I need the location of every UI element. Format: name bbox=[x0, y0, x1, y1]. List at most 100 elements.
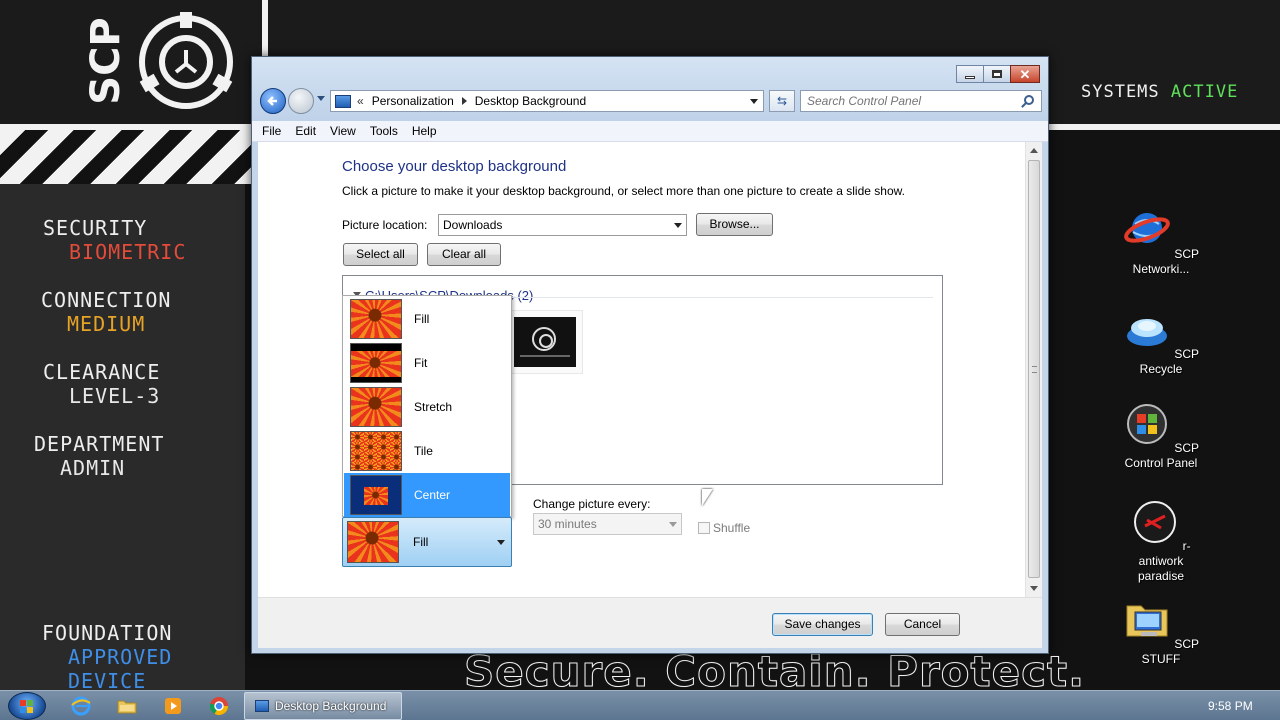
scp-logo-icon bbox=[139, 12, 233, 109]
wallpaper-thumbnail-scp[interactable] bbox=[507, 310, 583, 374]
status-foundation: FOUNDATION APPROVED DEVICE bbox=[42, 621, 172, 690]
change-interval-select[interactable]: 30 minutes bbox=[533, 513, 682, 535]
desktop-icon-scp-control-panel[interactable]: SCP Control Panel bbox=[1116, 400, 1206, 471]
recycle-bin-icon bbox=[1126, 319, 1167, 346]
status-value: BIOMETRIC bbox=[69, 240, 187, 264]
save-changes-button[interactable]: Save changes bbox=[772, 613, 873, 636]
shuffle-checkbox[interactable] bbox=[698, 522, 710, 534]
desktop-icon-r-antiwork[interactable]: r-antiwork paradise bbox=[1116, 498, 1206, 584]
refresh-button[interactable]: ⇆ bbox=[769, 90, 795, 112]
fit-preview-icon bbox=[350, 343, 402, 383]
control-panel-icon bbox=[335, 94, 351, 108]
picture-position-dropdown-list: Fill Fit Stretch Tile Center bbox=[342, 295, 512, 517]
status-security: SECURITY BIOMETRIC bbox=[43, 216, 186, 264]
internet-explorer-icon[interactable] bbox=[70, 695, 92, 717]
search-input[interactable] bbox=[801, 91, 1011, 111]
chrome-icon[interactable] bbox=[208, 695, 230, 717]
breadcrumb-overflow[interactable]: « bbox=[357, 94, 364, 108]
menu-file[interactable]: File bbox=[262, 124, 281, 138]
chevron-down-icon bbox=[669, 522, 677, 527]
browse-button[interactable]: Browse... bbox=[696, 213, 773, 236]
clock[interactable]: 9:58 PM bbox=[1208, 699, 1253, 713]
caption-buttons: ✕ bbox=[956, 65, 1040, 83]
maximize-button[interactable] bbox=[983, 65, 1011, 83]
wallpaper-hazard-stripes bbox=[0, 130, 252, 184]
minimize-button[interactable] bbox=[956, 65, 984, 83]
status-clearance: CLEARANCE LEVEL-3 bbox=[43, 360, 160, 408]
picture-position-select[interactable]: Fill bbox=[342, 517, 512, 567]
clear-all-button[interactable]: Clear all bbox=[427, 243, 501, 266]
position-option-fill[interactable]: Fill bbox=[344, 297, 510, 341]
scp-logo-icon bbox=[532, 327, 556, 351]
mouse-pointer-icon bbox=[702, 489, 713, 506]
status-value: MEDIUM bbox=[67, 312, 146, 336]
scp-wordmark: SCP bbox=[84, 17, 129, 104]
address-bar[interactable]: « Personalization Desktop Background bbox=[330, 90, 764, 112]
change-interval-value: 30 minutes bbox=[538, 517, 597, 531]
breadcrumb-personalization[interactable]: Personalization bbox=[372, 94, 454, 108]
taskbar: Desktop Background 9:58 PM bbox=[0, 690, 1280, 720]
desktop-icon-scp-stuff[interactable]: SCP STUFF bbox=[1116, 596, 1206, 667]
shuffle-option[interactable]: Shuffle bbox=[698, 521, 750, 535]
status-value: APPROVED bbox=[68, 645, 173, 669]
status-value: LEVEL-3 bbox=[69, 384, 161, 408]
page-title: Choose your desktop background bbox=[342, 158, 567, 175]
address-dropdown-icon[interactable] bbox=[750, 99, 758, 104]
task-label: Desktop Background bbox=[275, 699, 387, 713]
chevron-down-icon bbox=[497, 540, 505, 545]
search-icon[interactable] bbox=[1024, 95, 1034, 105]
fill-preview-icon bbox=[350, 299, 402, 339]
stretch-preview-icon bbox=[350, 387, 402, 427]
grip-icon bbox=[1032, 366, 1037, 373]
picture-position-value: Fill bbox=[413, 535, 429, 549]
status-value: DEVICE bbox=[68, 669, 147, 690]
refresh-icon: ⇆ bbox=[776, 94, 788, 108]
center-preview-icon bbox=[350, 475, 402, 515]
close-button[interactable]: ✕ bbox=[1010, 65, 1040, 83]
minimize-icon bbox=[965, 75, 975, 79]
thumbnail-image bbox=[514, 317, 576, 367]
network-globe-icon bbox=[1124, 213, 1170, 243]
position-option-center[interactable]: Center bbox=[344, 473, 510, 517]
search-box[interactable] bbox=[800, 90, 1042, 112]
desktop-icon-scp-networking[interactable]: SCP Networki... bbox=[1116, 206, 1206, 277]
recent-pages-dropdown[interactable] bbox=[317, 96, 325, 101]
position-option-stretch[interactable]: Stretch bbox=[344, 385, 510, 429]
position-option-tile[interactable]: Tile bbox=[344, 429, 510, 473]
reddit-shortcut-icon bbox=[1134, 501, 1177, 543]
back-arrow-icon bbox=[267, 96, 277, 106]
forward-button[interactable] bbox=[288, 88, 314, 114]
maximize-icon bbox=[992, 70, 1002, 78]
scroll-up-icon[interactable] bbox=[1030, 148, 1038, 153]
status-label: CONNECTION bbox=[41, 288, 172, 312]
taskbar-task-desktop-background[interactable]: Desktop Background bbox=[244, 692, 402, 720]
breadcrumb-arrow-icon[interactable] bbox=[461, 97, 467, 105]
menu-edit[interactable]: Edit bbox=[295, 124, 316, 138]
cancel-button[interactable]: Cancel bbox=[885, 613, 960, 636]
content-area: Choose your desktop background Click a p… bbox=[258, 142, 1042, 597]
scrollbar-thumb[interactable] bbox=[1028, 160, 1040, 578]
systems-status: SYSTEMS ACTIVE bbox=[1081, 82, 1238, 102]
start-button[interactable] bbox=[8, 692, 46, 720]
scroll-down-icon[interactable] bbox=[1030, 586, 1038, 591]
menu-help[interactable]: Help bbox=[412, 124, 437, 138]
navigation-bar: « Personalization Desktop Background ⇆ bbox=[260, 87, 1042, 115]
position-option-fit[interactable]: Fit bbox=[344, 341, 510, 385]
svg-text:SCP: SCP bbox=[84, 17, 129, 104]
close-icon: ✕ bbox=[1019, 66, 1031, 82]
option-label: Fit bbox=[414, 356, 428, 370]
vertical-scrollbar[interactable] bbox=[1025, 142, 1042, 597]
chevron-down-icon bbox=[674, 223, 682, 228]
back-button[interactable] bbox=[260, 88, 286, 114]
explorer-folder-icon[interactable] bbox=[116, 695, 138, 717]
picture-location-value: Downloads bbox=[443, 218, 503, 232]
menu-view[interactable]: View bbox=[330, 124, 356, 138]
picture-location-select[interactable]: Downloads bbox=[438, 214, 687, 236]
menu-tools[interactable]: Tools bbox=[370, 124, 398, 138]
breadcrumb-desktop-background[interactable]: Desktop Background bbox=[475, 94, 586, 108]
desktop-icon-scp-recycle[interactable]: SCP Recycle bbox=[1116, 306, 1206, 377]
status-label: FOUNDATION bbox=[42, 621, 173, 645]
media-player-icon[interactable] bbox=[162, 695, 184, 717]
tile-preview-icon bbox=[350, 431, 402, 471]
select-all-button[interactable]: Select all bbox=[343, 243, 418, 266]
